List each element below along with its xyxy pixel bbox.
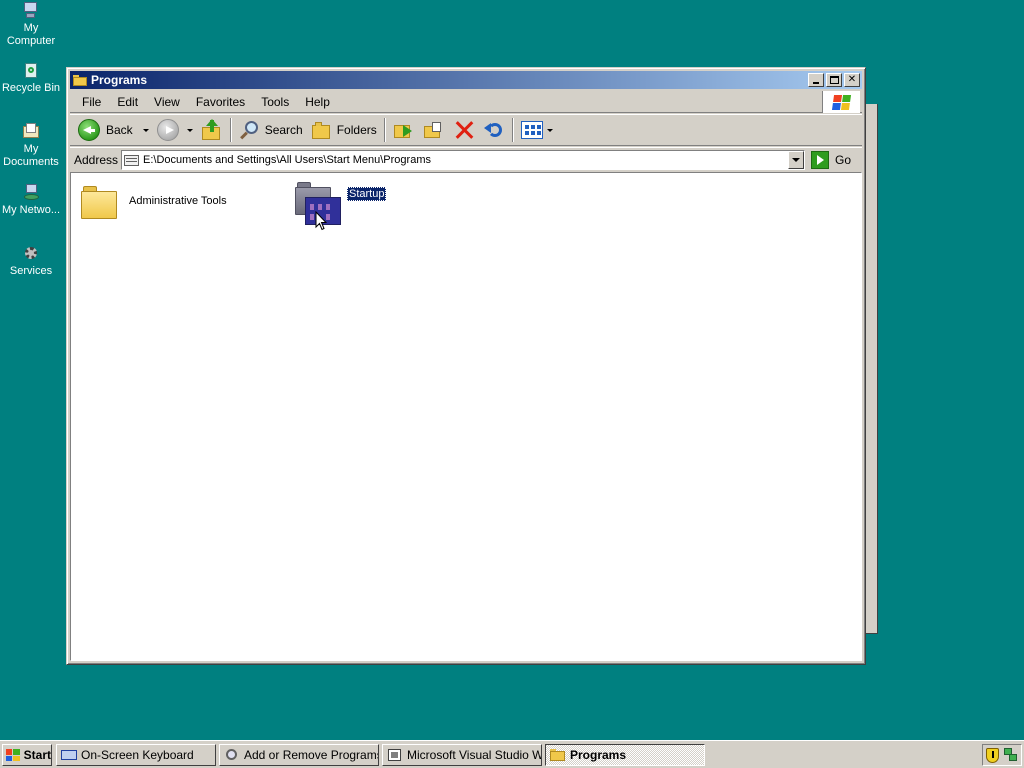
folder-grid-icon [124, 153, 140, 167]
taskbar: Start On-Screen Keyboard Add or Remove P… [0, 740, 1024, 768]
desktop-icon-label: My Netwo... [1, 204, 61, 216]
desktop-icon-my-documents[interactable]: My Documents [0, 123, 62, 169]
menu-bar: File Edit View Favorites Tools Help [70, 91, 862, 113]
address-dropdown-button[interactable] [788, 150, 805, 169]
folder-icon [81, 183, 119, 219]
windows-flag-icon [6, 749, 20, 761]
folder-label: Startup [347, 187, 387, 201]
add-remove-programs-icon [224, 748, 240, 762]
views-dropdown-icon [546, 128, 553, 132]
folders-button[interactable]: Folders [307, 117, 381, 143]
visual-studio-icon [387, 748, 403, 762]
menu-tools[interactable]: Tools [253, 95, 297, 109]
minimize-button[interactable] [808, 73, 824, 87]
up-folder-icon [201, 119, 223, 141]
mouse-cursor-icon [315, 211, 327, 231]
delete-button[interactable] [449, 117, 479, 143]
desktop-icon-label: Services [9, 265, 53, 277]
start-label: Start [23, 748, 51, 762]
folders-icon [311, 119, 333, 141]
file-list-pane[interactable]: Administrative Tools Startup [70, 172, 862, 661]
folders-label: Folders [336, 123, 377, 137]
forward-button[interactable] [153, 117, 197, 143]
close-button[interactable]: ✕ [844, 73, 860, 87]
my-documents-icon [21, 123, 41, 141]
services-icon [21, 245, 41, 263]
task-visual-studio[interactable]: Microsoft Visual Studio W... [382, 744, 542, 766]
desktop-icon-network[interactable]: My Netwo... [0, 184, 62, 217]
go-arrow-icon [811, 150, 830, 169]
desktop-icon-my-computer[interactable]: My Computer [0, 2, 62, 48]
up-folder-button[interactable] [197, 117, 227, 143]
folder-item-administrative-tools[interactable]: Administrative Tools [81, 183, 227, 219]
menu-file[interactable]: File [74, 95, 109, 109]
task-add-remove-programs[interactable]: Add or Remove Programs [219, 744, 379, 766]
title-bar[interactable]: Programs ✕ [70, 71, 862, 89]
go-label: Go [835, 152, 852, 167]
menu-help[interactable]: Help [297, 95, 338, 109]
search-label: Search [264, 123, 303, 137]
back-button[interactable]: Back [74, 117, 153, 143]
maximize-button[interactable] [826, 73, 842, 87]
delete-icon [453, 119, 475, 141]
folder-item-startup[interactable]: Startup [295, 179, 387, 229]
folder-icon [550, 748, 566, 762]
toolbar-separator [229, 118, 232, 142]
copy-to-button[interactable] [419, 117, 449, 143]
toolbar-separator [511, 118, 514, 142]
system-tray [982, 744, 1022, 766]
menu-edit[interactable]: Edit [109, 95, 146, 109]
copy-to-icon [423, 119, 445, 141]
window-title: Programs [91, 73, 148, 87]
task-on-screen-keyboard[interactable]: On-Screen Keyboard [56, 744, 216, 766]
menu-favorites[interactable]: Favorites [188, 95, 253, 109]
desktop-icon-label: My Documents [3, 143, 59, 168]
start-button[interactable]: Start [2, 744, 52, 766]
security-shield-icon[interactable] [985, 747, 999, 763]
standard-toolbar: Back Search Folders [70, 114, 862, 146]
move-to-button[interactable] [389, 117, 419, 143]
search-icon [239, 119, 261, 141]
move-to-icon [393, 119, 415, 141]
keyboard-icon [61, 748, 77, 762]
folder-label: Administrative Tools [129, 195, 227, 207]
desktop-icon-recycle-bin[interactable]: Recycle Bin [0, 62, 62, 95]
views-button[interactable] [517, 117, 557, 143]
explorer-window: Programs ✕ File Edit View Favorites Tool… [66, 67, 866, 665]
task-label: Add or Remove Programs [244, 748, 379, 762]
undo-button[interactable] [479, 117, 509, 143]
toolbar-separator [383, 118, 386, 142]
back-dropdown-icon[interactable] [142, 128, 149, 132]
task-programs[interactable]: Programs [545, 744, 705, 766]
task-label: Programs [570, 748, 627, 762]
close-icon: ✕ [847, 74, 857, 85]
views-icon [520, 121, 543, 139]
task-label: Microsoft Visual Studio W... [407, 748, 542, 762]
address-label: Address [74, 152, 119, 167]
go-button[interactable]: Go [811, 150, 852, 169]
forward-arrow-icon [156, 119, 179, 141]
undo-icon [483, 119, 505, 141]
back-arrow-icon [78, 119, 100, 141]
my-computer-icon [21, 2, 41, 20]
menu-view[interactable]: View [146, 95, 188, 109]
search-button[interactable]: Search [235, 117, 307, 143]
folder-icon [73, 74, 87, 86]
forward-dropdown-icon[interactable] [186, 128, 193, 132]
maximize-icon [830, 76, 839, 84]
network-tray-icon[interactable] [1004, 748, 1018, 762]
desktop-icon-label: Recycle Bin [1, 82, 61, 94]
address-field[interactable]: E:\Documents and Settings\All Users\Star… [121, 149, 806, 170]
back-label: Back [106, 123, 133, 137]
address-value: E:\Documents and Settings\All Users\Star… [143, 153, 431, 166]
minimize-icon [813, 82, 819, 84]
windows-logo-icon [822, 91, 860, 113]
recycle-bin-icon [21, 62, 41, 80]
desktop-icon-label: My Computer [6, 22, 56, 47]
task-label: On-Screen Keyboard [81, 748, 194, 762]
address-bar: Address E:\Documents and Settings\All Us… [70, 147, 862, 171]
network-icon [21, 184, 41, 202]
desktop-icon-services[interactable]: Services [0, 245, 62, 278]
